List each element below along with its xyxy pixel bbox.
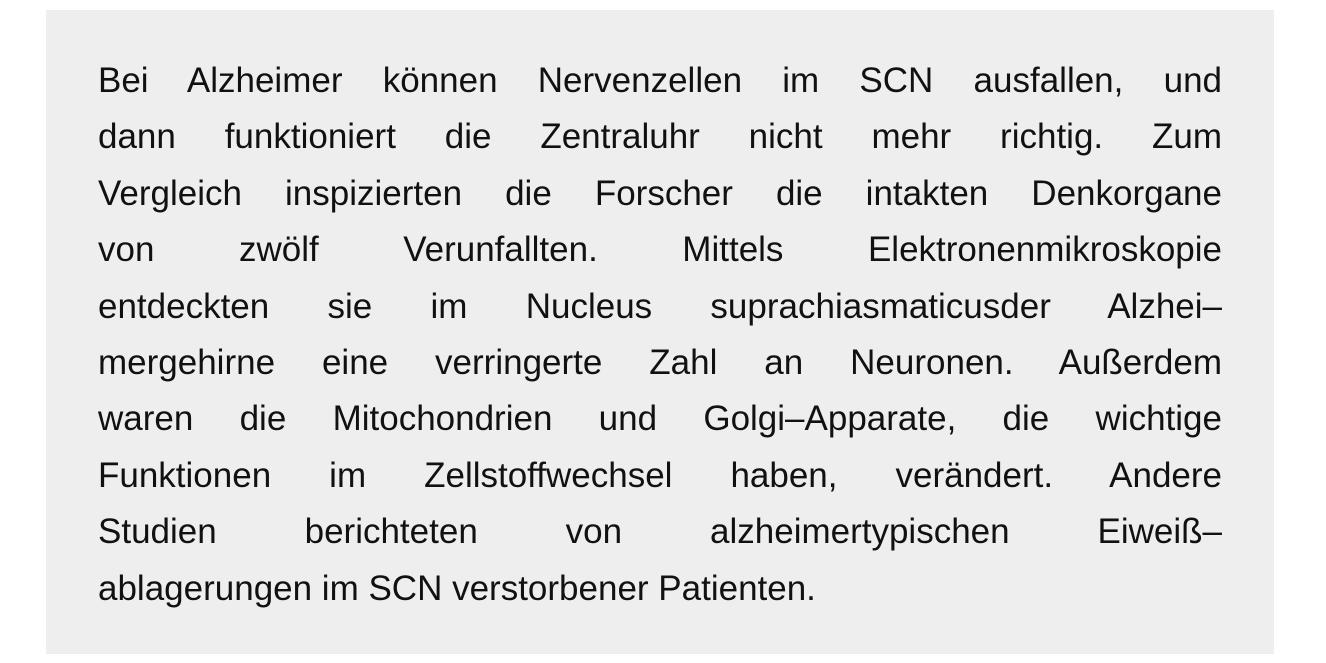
paragraph-line: dann funktioniert die Zentraluhr nicht m… [98,117,1222,157]
paragraph-line: ablagerungen im SCN verstorbener Patient… [98,568,816,608]
paragraph-line: Bei Alzheimer können Nervenzellen im SCN… [98,61,1222,100]
paragraph-line: mergehirne eine verringerte Zahl an Neur… [98,342,1222,382]
paragraph-line: Funktionen im Zellstoffwechsel haben, ve… [98,455,1222,495]
paragraph-line: entdeckten sie im Nucleus suprachiasmati… [98,286,1222,326]
paragraph-line: von zwölf Verunfallten. Mittels Elektron… [98,230,1222,270]
paragraph-line: Vergleich inspizierten die Forscher die … [98,173,1222,213]
text-panel: Bei Alzheimer können Nervenzellen im SCN… [46,10,1274,654]
paragraph-line: Studien berichteten von alzheimertypisch… [98,512,1222,552]
paragraph-line: waren die Mitochondrien und Golgi–Appara… [98,399,1222,439]
paragraph: Bei Alzheimer können Nervenzellen im SCN… [98,53,1222,617]
